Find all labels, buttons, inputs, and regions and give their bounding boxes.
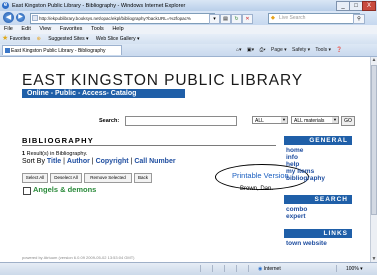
chevron-down-icon: ▼ (332, 117, 338, 123)
minimize-button[interactable]: _ (336, 1, 350, 11)
result-count: 1 Result(s) in Bibliography. (22, 151, 87, 157)
menu-file[interactable]: File (4, 26, 13, 32)
menu-edit[interactable]: Edit (21, 26, 30, 32)
help-icon[interactable]: ❓ (336, 47, 342, 53)
powered-by-footer: powered by Atriuum (version 6.0.09 2009-… (22, 255, 135, 260)
address-dropdown-icon[interactable]: ▾ (209, 14, 220, 24)
sort-by-label: Sort By (22, 158, 45, 165)
remove-selected-button[interactable]: Remove Selected (84, 173, 132, 183)
result-checkbox[interactable] (23, 187, 31, 195)
forward-arrow-icon[interactable]: ▶ (16, 13, 25, 22)
go-button[interactable]: GO (341, 116, 355, 126)
compatibility-icon[interactable]: ▤ (220, 14, 231, 24)
sidebar-link-expert[interactable]: expert (284, 213, 352, 220)
status-divider (212, 265, 213, 272)
select-all-button[interactable]: Select All (22, 173, 48, 183)
favorites-star-icon[interactable]: ★ (2, 35, 8, 42)
address-input[interactable]: http://ekpublibrary.booksys.net/opac/ekp… (30, 13, 215, 24)
security-zone-label: Internet (263, 266, 281, 272)
status-bar: ◉ Internet 100% ▾ (0, 262, 377, 275)
result-count-number: 1 (22, 151, 26, 157)
sidebar-link-info[interactable]: info (284, 154, 352, 161)
vertical-scrollbar[interactable]: ▲ ▼ (370, 57, 377, 262)
scope-select-value: ALL (255, 118, 264, 124)
tab-favicon (5, 48, 10, 53)
address-bar-row: ◀ ▶ http://ekpublibrary.booksys.net/opac… (0, 11, 377, 25)
search-heading: SEARCH (284, 195, 352, 204)
printable-version-link[interactable]: Printable Version (232, 171, 289, 180)
status-divider (248, 265, 249, 272)
search-label: Search: (99, 118, 120, 124)
section-heading: BIBLIOGRAPHY (22, 136, 94, 145)
sort-copyright-link[interactable]: Copyright (96, 158, 129, 165)
command-bar: ⌂▾ ▣▾ ⎙▾ Page ▾ Safety ▾ Tools ▾ ❓ (236, 46, 347, 54)
status-divider (224, 265, 225, 272)
sidebar-link-town-website[interactable]: town website (284, 240, 352, 247)
back-button[interactable]: Back (134, 173, 152, 183)
status-divider (200, 265, 201, 272)
zoom-control[interactable]: 100% ▾ (346, 263, 363, 275)
close-button[interactable]: X (362, 1, 376, 11)
security-zone: ◉ Internet (258, 263, 281, 275)
tab-current[interactable]: East Kingston Public Library - Bibliogra… (2, 45, 122, 55)
scope-select[interactable]: ALL ▼ (252, 116, 288, 124)
general-heading: GENERAL (284, 136, 352, 145)
stop-icon[interactable]: ✕ (242, 14, 253, 24)
window-title-bar: e East Kingston Public Library - Bibliog… (0, 0, 377, 11)
links-heading: LINKS (284, 229, 352, 238)
suggested-sites-link[interactable]: Suggested Sites ▾ (48, 36, 88, 42)
tools-menu[interactable]: Tools ▾ (315, 47, 331, 53)
search-icon[interactable]: ⚲ (353, 14, 365, 24)
address-text: http://ekpublibrary.booksys.net/opac/ekp… (39, 16, 191, 21)
sort-title-link[interactable]: Title (47, 158, 61, 165)
sort-author-link[interactable]: Author (67, 158, 90, 165)
materials-select-value: ALL materials (294, 118, 325, 124)
materials-select[interactable]: ALL materials ▼ (291, 116, 339, 124)
deselect-all-button[interactable]: Deselect All (50, 173, 82, 183)
add-favorite-icon[interactable]: ⊕ (37, 36, 41, 42)
safety-menu[interactable]: Safety ▾ (292, 47, 310, 53)
page-menu[interactable]: Page ▾ (271, 47, 287, 53)
menu-help[interactable]: Help (112, 26, 123, 32)
scroll-thumb[interactable] (371, 65, 377, 215)
back-arrow-icon[interactable]: ◀ (3, 12, 14, 23)
home-icon[interactable]: ⌂▾ (236, 47, 242, 53)
library-title: EAST KINGSTON PUBLIC LIBRARY (22, 72, 304, 89)
zoom-level: 100% (346, 266, 359, 272)
tab-label: East Kingston Public Library - Bibliogra… (11, 48, 106, 54)
sort-by: Sort By Title | Author | Copyright | Cal… (22, 158, 176, 165)
ie-logo-icon: e (2, 2, 9, 9)
menu-tools[interactable]: Tools (91, 26, 104, 32)
sidebar-link-my-items[interactable]: my items (284, 168, 352, 175)
menu-view[interactable]: View (39, 26, 51, 32)
live-search-logo-icon: ◆ (271, 15, 275, 21)
sort-call-number-link[interactable]: Call Number (134, 158, 175, 165)
web-slice-gallery-link[interactable]: Web Slice Gallery ▾ (96, 36, 140, 42)
status-divider (336, 265, 337, 272)
divider (22, 145, 276, 146)
favorites-button[interactable]: Favorites (10, 36, 31, 42)
page-icon (32, 15, 38, 21)
sidebar-link-bibliography[interactable]: bibliography (284, 175, 352, 182)
print-icon[interactable]: ⎙▾ (260, 47, 266, 53)
chevron-down-icon: ▼ (281, 117, 287, 123)
result-title-link[interactable]: Angels & demons (33, 185, 96, 194)
tab-command-bar: East Kingston Public Library - Bibliogra… (0, 44, 377, 57)
catalog-banner: Online - Public - Access- Catalog (22, 89, 185, 98)
sidebar-link-combo[interactable]: combo (284, 206, 352, 213)
result-count-text: Result(s) in Bibliography. (26, 151, 88, 157)
globe-icon: ◉ (258, 266, 263, 272)
maximize-button[interactable]: □ (349, 1, 363, 11)
scroll-up-icon[interactable]: ▲ (371, 57, 377, 63)
window-title: East Kingston Public Library - Bibliogra… (12, 2, 186, 9)
sidebar-link-help[interactable]: help (284, 161, 352, 168)
live-search-placeholder: Live Search (279, 15, 306, 21)
feeds-icon[interactable]: ▣▾ (247, 47, 254, 53)
refresh-icon[interactable]: ↻ (231, 14, 242, 24)
sidebar-link-home[interactable]: home (284, 147, 352, 154)
status-divider (236, 265, 237, 272)
live-search-input[interactable]: ◆ Live Search (268, 13, 360, 24)
search-input[interactable] (125, 116, 237, 126)
menu-favorites[interactable]: Favorites (60, 26, 83, 32)
